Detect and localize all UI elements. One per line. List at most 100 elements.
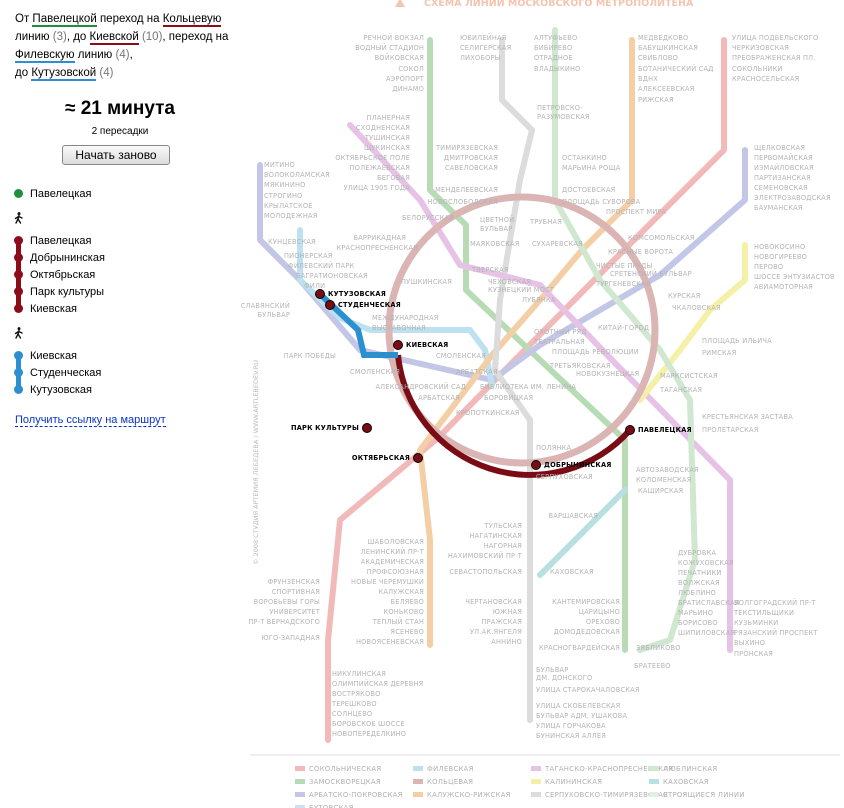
station-label[interactable]: ЮБИЛЕЙНАЯ	[460, 33, 506, 42]
station-label[interactable]: ВОЙКОВСКАЯ	[375, 53, 424, 62]
station-label[interactable]: АННИНО	[491, 638, 522, 646]
station-label[interactable]: ЩУКИНСКАЯ	[364, 144, 410, 152]
station-label[interactable]: ЧКАЛОВСКАЯ	[672, 304, 721, 312]
station-label[interactable]: МАЯКОВСКАЯ	[470, 240, 520, 248]
route-station-marker[interactable]	[413, 453, 423, 463]
station-label[interactable]: МОЛОДЕЖНАЯ	[264, 212, 318, 220]
station-label[interactable]: ВЫХИНО	[734, 639, 765, 647]
station-label[interactable]: ЛЮБЛИНО	[678, 589, 716, 597]
station-label[interactable]: СМОЛЕНСКАЯ	[350, 368, 400, 376]
station-label[interactable]: НОВОЯСЕНЕВСКАЯ	[356, 638, 424, 646]
station-label[interactable]: МАРЬИНА РОЩА	[562, 164, 621, 172]
station-label[interactable]: ПЛАНЕРНАЯ	[367, 114, 410, 122]
station-label[interactable]: БЕГОВАЯ	[377, 174, 410, 182]
station-label[interactable]: УЛИЦА ГОРЧАКОВА	[536, 722, 606, 730]
station-label[interactable]: ТВЕРСКАЯ	[471, 266, 509, 274]
station-label[interactable]: ТРУБНАЯ	[529, 218, 562, 226]
station-label[interactable]: СОКОЛЬНИКИ	[732, 65, 783, 73]
station-label[interactable]: ДУБРОВКА	[678, 549, 716, 557]
station-label[interactable]: ФИЛЕВСКИЙ ПАРК	[288, 261, 355, 270]
station-label[interactable]: УЛИЦА ПОДБЕЛЬСКОГО	[732, 34, 818, 42]
station-label[interactable]: ПЕРОВО	[754, 263, 783, 271]
station-label[interactable]: СЛАВЯНСКИЙ	[241, 301, 290, 310]
station-label[interactable]: УЛ.АК.ЯНГЕЛЯ	[470, 628, 522, 636]
station-label[interactable]: СЕМЕНОВСКАЯ	[754, 184, 808, 192]
station-label[interactable]: ПАРТИЗАНСКАЯ	[754, 174, 811, 182]
station-label[interactable]: ВОЛОКОЛАМСКАЯ	[264, 171, 330, 179]
station-label[interactable]: ЧЕРКИЗОВСКАЯ	[732, 44, 789, 52]
station-label[interactable]: БОРОВИЦКАЯ	[484, 394, 533, 402]
station-label[interactable]: БОРОВСКОЕ ШОССЕ	[332, 720, 405, 728]
station-label[interactable]: ШОССЕ ЭНТУЗИАСТОВ	[754, 273, 835, 281]
station-label[interactable]: ФИЛИ	[304, 282, 325, 290]
station-label[interactable]: ФРУНЗЕНСКАЯ	[267, 578, 320, 586]
station-label[interactable]: БАРРИКАДНАЯ	[353, 234, 406, 242]
station-label[interactable]: КРАСНОСЕЛЬСКАЯ	[732, 75, 799, 83]
station-label[interactable]: КРАСНОГВАРДЕЙСКАЯ	[539, 643, 620, 652]
station-label[interactable]: ПЕЧАТНИКИ	[678, 569, 722, 577]
station-label[interactable]: КИТАЙ-ГОРОД	[598, 323, 649, 332]
station-label[interactable]: СЕВАСТОПОЛЬСКАЯ	[449, 568, 522, 576]
station-label[interactable]: ЛИХОБОРЫ	[460, 54, 501, 62]
station-label[interactable]: БУНИНСКАЯ АЛЛЕЯ	[536, 732, 606, 740]
station-label[interactable]: ВОЛГОГРАДСКИЙ ПР-Т	[734, 598, 817, 607]
station-label[interactable]: РИЖСКАЯ	[638, 96, 674, 104]
station-label[interactable]: КАХОВСКАЯ	[550, 568, 594, 576]
station-label[interactable]: ПРОЛЕТАРСКАЯ	[702, 426, 759, 434]
station-label[interactable]: УЛИЦА СКОБЕЛЕВСКАЯ	[536, 702, 620, 710]
station-label[interactable]: НОВОПЕРЕДЕЛКИНО	[332, 730, 406, 738]
station-label[interactable]: ЯСЕНЕВО	[390, 628, 424, 636]
route-station-marker[interactable]	[393, 340, 403, 350]
route-station-label[interactable]: ДОБРЫНИНСКАЯ	[544, 461, 612, 469]
station-label[interactable]: СОКОЛ	[398, 65, 424, 73]
station-label[interactable]: ЗЯБЛИКОВО	[636, 644, 681, 652]
station-label[interactable]: ПЛОЩАДЬ ИЛЬИЧА	[702, 337, 772, 345]
station-label[interactable]: ПРОНСКАЯ	[734, 650, 773, 658]
station-label[interactable]: ЦВЕТНОЙ	[480, 215, 514, 224]
station-label[interactable]: НАГОРНАЯ	[484, 542, 522, 550]
station-label[interactable]: УЛИЦА 1905 ГОДА	[344, 184, 411, 192]
get-route-link[interactable]: Получить ссылку на маршрут	[15, 414, 166, 427]
station-label[interactable]: ОСТАНКИНО	[562, 154, 607, 162]
station-label[interactable]: КУНЦЕВСКАЯ	[268, 238, 316, 246]
station-label[interactable]: СВИБЛОВО	[638, 54, 678, 62]
station-label[interactable]: БУЛЬВАР	[480, 225, 512, 233]
station-label[interactable]: БИБИРЕВО	[534, 44, 572, 52]
station-label[interactable]: ЮГО-ЗАПАДНАЯ	[261, 634, 320, 642]
station-label[interactable]: ЮЖНАЯ	[493, 608, 522, 616]
station-label[interactable]: ОХОТНЫЙ РЯД	[534, 327, 587, 336]
station-label[interactable]: ВОРОБЬЕВЫ ГОРЫ	[254, 598, 320, 606]
route-station-label[interactable]: ПАРК КУЛЬТУРЫ	[291, 424, 359, 432]
station-label[interactable]: НОВОСЛОБОДСКАЯ	[427, 198, 498, 206]
station-label[interactable]: ПЛОЩАДЬ СУВОРОВА	[562, 198, 641, 206]
station-label[interactable]: КОМСОМОЛЬСКАЯ	[628, 234, 695, 242]
station-label[interactable]: КАШИРСКАЯ	[638, 487, 683, 495]
route-station-label[interactable]: ОКТЯБРЬСКАЯ	[352, 454, 410, 462]
station-label[interactable]: РЯЗАНСКИЙ ПРОСПЕКТ	[734, 628, 818, 637]
station-label[interactable]: СХОДНЕНСКАЯ	[356, 124, 410, 132]
station-label[interactable]: КУЗЬМИНКИ	[734, 619, 778, 627]
station-label[interactable]: СРЕТЕНСКИЙ БУЛЬВАР	[610, 269, 692, 278]
station-label[interactable]: ВЫСТАВОЧНАЯ	[372, 324, 426, 332]
station-label[interactable]: ДОСТОЕВСКАЯ	[562, 186, 615, 194]
station-label[interactable]: ОЛИМПИЙСКАЯ ДЕРЕВНЯ	[332, 679, 423, 688]
station-label[interactable]: ТРЕТЬЯКОВСКАЯ	[549, 362, 611, 370]
station-label[interactable]: АЛТУФЬЕВО	[534, 34, 577, 42]
station-label[interactable]: ТЕКСТИЛЬЩИКИ	[733, 609, 794, 617]
station-label[interactable]: АВТОЗАВОДСКАЯ	[636, 466, 699, 474]
station-label[interactable]: НОВОКУЗНЕЦКАЯ	[576, 370, 639, 378]
station-label[interactable]: ОРЕХОВО	[586, 618, 620, 626]
station-label[interactable]: БАГРАТИОНОВСКАЯ	[296, 272, 368, 280]
station-label[interactable]: КАЛУЖСКАЯ	[379, 588, 424, 596]
station-label[interactable]: РЕЧНОЙ ВОКЗАЛ	[363, 33, 424, 42]
station-label[interactable]: ЧЕРТАНОВСКАЯ	[465, 598, 522, 606]
station-label[interactable]: УНИВЕРСИТЕТ	[269, 608, 320, 616]
station-label[interactable]: ШИПИЛОВСКАЯ	[678, 629, 735, 637]
station-label[interactable]: ПОЛЯНКА	[536, 444, 572, 452]
station-label[interactable]: ДМ. ДОНСКОГО	[536, 674, 592, 682]
station-label[interactable]: ПЛОЩАДЬ РЕВОЛЮЦИИ	[552, 348, 639, 356]
station-label[interactable]: ПУШКИНСКАЯ	[401, 278, 452, 286]
station-label[interactable]: ПИОНЕРСКАЯ	[284, 252, 333, 260]
station-label[interactable]: ДИНАМО	[392, 85, 424, 93]
station-label[interactable]: НАХИМОВСКИЙ ПР-Т	[448, 551, 523, 560]
